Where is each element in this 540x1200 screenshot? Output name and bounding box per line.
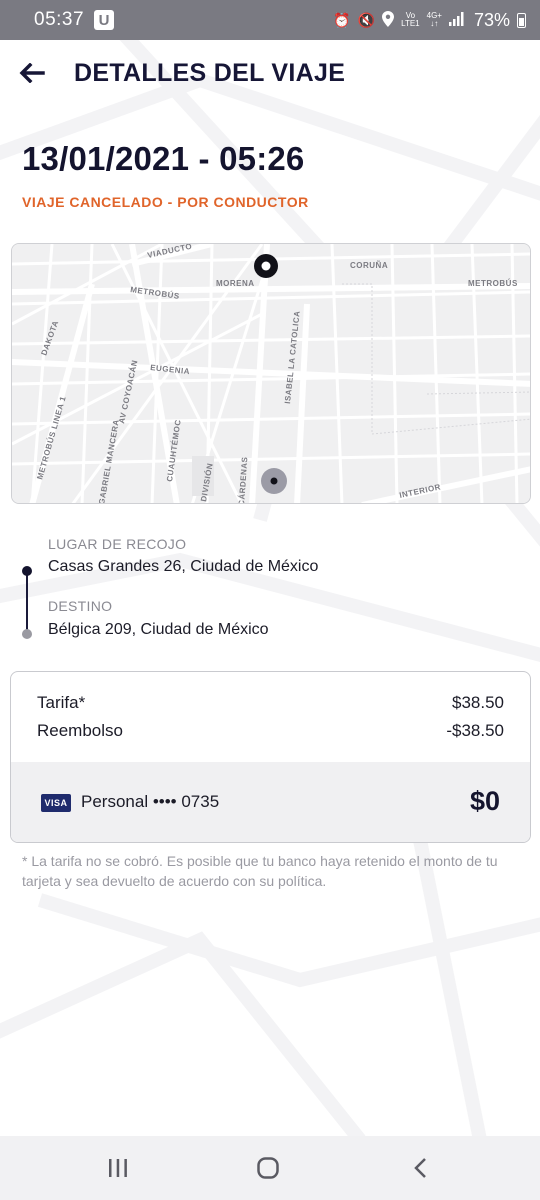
destination-marker-icon — [261, 468, 287, 494]
mute-icon: 🔇 — [357, 12, 376, 28]
recents-button[interactable] — [98, 1152, 138, 1184]
trip-datetime: 13/01/2021 - 05:26 — [22, 140, 305, 177]
battery-level: 73% — [473, 9, 510, 30]
home-button[interactable] — [248, 1152, 288, 1184]
volte-bottom: LTE1 — [401, 19, 420, 28]
system-back-button[interactable] — [400, 1152, 440, 1184]
fare-amount: $38.50 — [452, 693, 504, 712]
fare-row: Tarifa* $38.50 — [37, 693, 504, 715]
fare-label: Tarifa* — [37, 693, 86, 712]
fare-card: Tarifa* $38.50 Reembolso -$38.50 VISA Pe… — [10, 671, 531, 843]
pickup-address: Casas Grandes 26, Ciudad de México — [48, 558, 319, 575]
arrow-left-icon — [19, 63, 45, 83]
route-details: LUGAR DE RECOJO Casas Grandes 26, Ciudad… — [0, 520, 540, 650]
refund-amount: -$38.50 — [446, 721, 504, 740]
status-icons: ⏰ 🔇 Vo LTE1 4G+ ↓↑ 73% — [333, 10, 526, 31]
refund-row: Reembolso -$38.50 — [37, 721, 504, 743]
trip-status: VIAJE CANCELADO - POR CONDUCTOR — [22, 194, 309, 210]
destination-address: Bélgica 209, Ciudad de México — [48, 621, 269, 638]
volte-indicator: Vo LTE1 — [401, 12, 420, 28]
recents-icon — [109, 1159, 127, 1177]
payment-method-row[interactable]: VISA Personal •••• 0735 $0 — [11, 762, 530, 842]
map-label-metrobus-right: METROBÚS — [468, 279, 518, 288]
back-button[interactable] — [16, 58, 48, 88]
alarm-icon: ⏰ — [333, 12, 351, 28]
map-label-coruna: CORUÑA — [350, 261, 388, 270]
status-time: 05:37 — [34, 9, 85, 30]
visa-card-icon: VISA — [41, 794, 71, 812]
payment-method-label: Personal •••• 0735 — [81, 792, 220, 811]
map-label-morena: MORENA — [216, 279, 255, 288]
location-icon — [382, 11, 395, 29]
trip-map[interactable]: VIADUCTO MORENA CORUÑA METROBÚS METROBÚS… — [11, 243, 531, 504]
total-amount: $0 — [469, 786, 500, 816]
destination-label: DESTINO — [48, 598, 113, 614]
data-indicator: 4G+ ↓↑ — [427, 12, 442, 28]
pickup-dot-icon — [22, 566, 32, 576]
refund-label: Reembolso — [37, 721, 123, 740]
signal-icon — [448, 12, 465, 28]
battery-icon — [517, 12, 526, 28]
fare-note: * La tarifa no se cobró. Es posible que … — [22, 853, 498, 889]
data-arrows: ↓↑ — [430, 19, 439, 28]
app-notification-icon: U — [94, 10, 115, 30]
pickup-marker-icon — [254, 254, 278, 278]
route-connector — [26, 570, 28, 634]
pickup-label: LUGAR DE RECOJO — [48, 536, 187, 552]
status-bar: 05:37 U ⏰ 🔇 Vo LTE1 4G+ ↓↑ 73% — [0, 0, 540, 40]
app-header: DETALLES DEL VIAJE — [0, 50, 540, 96]
page-title: DETALLES DEL VIAJE — [74, 59, 346, 87]
destination-dot-icon — [22, 629, 32, 639]
back-icon — [414, 1158, 426, 1178]
system-navigation-bar — [0, 1136, 540, 1200]
home-icon — [257, 1157, 279, 1179]
